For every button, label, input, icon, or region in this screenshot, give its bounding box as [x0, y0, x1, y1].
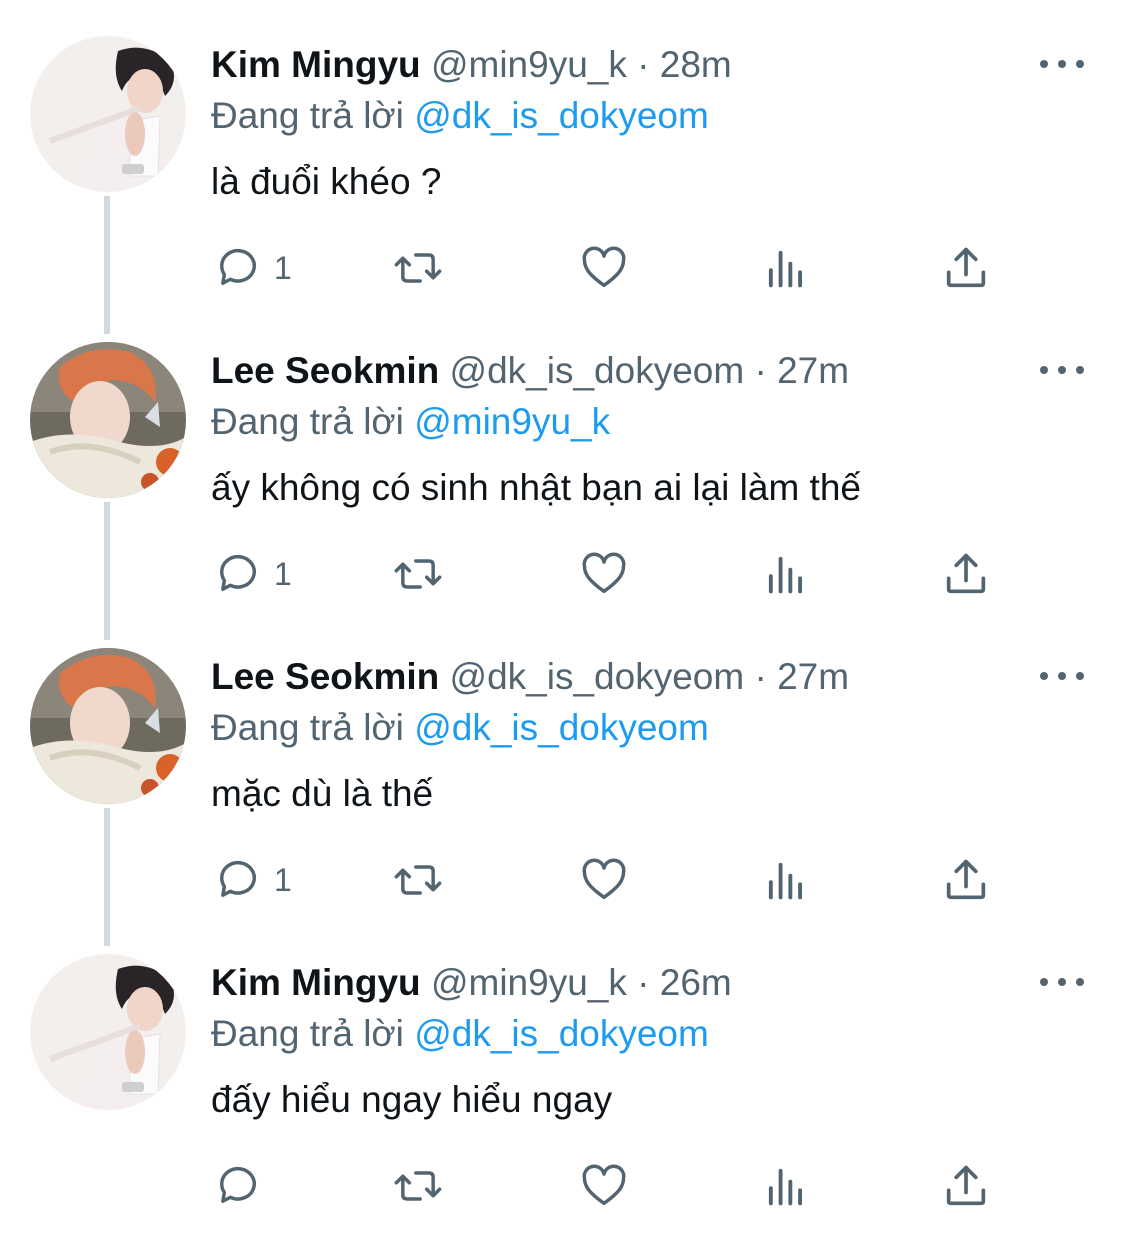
replying-to: Đang trả lời @dk_is_dokyeom: [211, 704, 709, 752]
avatar[interactable]: [30, 954, 186, 1110]
share-icon: [946, 247, 986, 288]
separator: ·: [754, 656, 767, 697]
avatar[interactable]: [30, 36, 186, 192]
like-button[interactable]: [578, 1158, 630, 1214]
share-icon: [946, 859, 986, 900]
mention-link[interactable]: @dk_is_dokyeom: [414, 707, 709, 748]
views-button[interactable]: [760, 1158, 812, 1214]
lee-seokmin-avatar-image: [30, 342, 186, 498]
tweet-text: là đuổi khéo ?: [211, 161, 442, 202]
tweet-text: ấy không có sinh nhật bạn ai lại làm thế: [211, 467, 861, 508]
tweet-actions: [0, 1158, 1125, 1214]
share-icon: [946, 553, 986, 594]
reply-icon: [220, 1166, 256, 1203]
replying-to-label: Đang trả lời: [211, 95, 404, 136]
tweet-header: Kim Mingyu @min9yu_k · 26m: [211, 958, 732, 1008]
reply-button[interactable]: [212, 1158, 274, 1214]
reply-icon: [220, 248, 256, 285]
retweet-icon: [394, 865, 442, 895]
retweet-button[interactable]: [392, 240, 444, 296]
reply-count: 1: [274, 555, 292, 592]
tweet-text: đấy hiểu ngay hiểu ngay: [211, 1079, 613, 1120]
mention-link[interactable]: @dk_is_dokyeom: [414, 1013, 709, 1054]
reply-button[interactable]: 1: [212, 852, 292, 908]
tweet-header: Kim Mingyu @min9yu_k · 28m: [211, 40, 732, 90]
reply-count: 1: [274, 861, 292, 898]
like-button[interactable]: [578, 546, 630, 602]
separator: ·: [637, 44, 650, 85]
reply-icon: [220, 860, 256, 897]
tweet[interactable]: Lee Seokmin @dk_is_dokyeom · 27m Đang tr…: [0, 612, 1125, 918]
like-button[interactable]: [578, 852, 630, 908]
tweet-actions: 1: [0, 546, 1125, 602]
heart-icon: [582, 1164, 626, 1206]
views-button[interactable]: [760, 240, 812, 296]
reply-button[interactable]: 1: [212, 240, 292, 296]
display-name[interactable]: Kim Mingyu: [211, 962, 421, 1003]
display-name[interactable]: Lee Seokmin: [211, 656, 439, 697]
more-icon[interactable]: [1040, 970, 1084, 994]
more-icon[interactable]: [1040, 358, 1084, 382]
share-button[interactable]: [940, 546, 992, 602]
share-button[interactable]: [940, 240, 992, 296]
reply-button[interactable]: 1: [212, 546, 292, 602]
timestamp[interactable]: 27m: [777, 350, 849, 391]
replying-to: Đang trả lời @min9yu_k: [211, 398, 610, 446]
separator: ·: [754, 350, 767, 391]
share-button[interactable]: [940, 852, 992, 908]
reply-count: 1: [274, 249, 292, 286]
handle[interactable]: @min9yu_k: [431, 44, 627, 85]
reply-icon: [220, 554, 256, 591]
share-button[interactable]: [940, 1158, 992, 1214]
display-name[interactable]: Lee Seokmin: [211, 350, 439, 391]
retweet-icon: [394, 253, 442, 283]
retweet-icon: [394, 1171, 442, 1201]
tweet[interactable]: Kim Mingyu @min9yu_k · 28m Đang trả lời …: [0, 0, 1125, 306]
timestamp[interactable]: 26m: [660, 962, 732, 1003]
tweet-actions: 1: [0, 240, 1125, 296]
heart-icon: [582, 552, 626, 594]
views-button[interactable]: [760, 546, 812, 602]
kim-mingyu-avatar-image: [30, 954, 186, 1110]
share-icon: [946, 1165, 986, 1206]
analytics-icon: [768, 250, 803, 288]
tweet-header: Lee Seokmin @dk_is_dokyeom · 27m: [211, 346, 849, 396]
heart-icon: [582, 246, 626, 288]
more-icon[interactable]: [1040, 664, 1084, 688]
replying-to-label: Đang trả lời: [211, 1013, 404, 1054]
tweet-actions: 1: [0, 852, 1125, 908]
tweet[interactable]: Kim Mingyu @min9yu_k · 26m Đang trả lời …: [0, 918, 1125, 1224]
retweet-button[interactable]: [392, 852, 444, 908]
timestamp[interactable]: 27m: [777, 656, 849, 697]
tweet-header: Lee Seokmin @dk_is_dokyeom · 27m: [211, 652, 849, 702]
analytics-icon: [768, 1168, 803, 1206]
separator: ·: [637, 962, 650, 1003]
analytics-icon: [768, 862, 803, 900]
replying-to: Đang trả lời @dk_is_dokyeom: [211, 1010, 709, 1058]
retweet-button[interactable]: [392, 1158, 444, 1214]
tweet-text: mặc dù là thế: [211, 773, 434, 814]
views-button[interactable]: [760, 852, 812, 908]
kim-mingyu-avatar-image: [30, 36, 186, 192]
tweet[interactable]: Lee Seokmin @dk_is_dokyeom · 27m Đang tr…: [0, 306, 1125, 612]
mention-link[interactable]: @dk_is_dokyeom: [414, 95, 709, 136]
handle[interactable]: @dk_is_dokyeom: [450, 350, 745, 391]
lee-seokmin-avatar-image: [30, 648, 186, 804]
display-name[interactable]: Kim Mingyu: [211, 44, 421, 85]
like-button[interactable]: [578, 240, 630, 296]
mention-link[interactable]: @min9yu_k: [414, 401, 610, 442]
handle[interactable]: @dk_is_dokyeom: [450, 656, 745, 697]
avatar[interactable]: [30, 342, 186, 498]
more-icon[interactable]: [1040, 52, 1084, 76]
replying-to-label: Đang trả lời: [211, 707, 404, 748]
handle[interactable]: @min9yu_k: [431, 962, 627, 1003]
replying-to: Đang trả lời @dk_is_dokyeom: [211, 92, 709, 140]
timestamp[interactable]: 28m: [660, 44, 732, 85]
retweet-button[interactable]: [392, 546, 444, 602]
heart-icon: [582, 858, 626, 900]
replying-to-label: Đang trả lời: [211, 401, 404, 442]
analytics-icon: [768, 556, 803, 594]
avatar[interactable]: [30, 648, 186, 804]
retweet-icon: [394, 559, 442, 589]
